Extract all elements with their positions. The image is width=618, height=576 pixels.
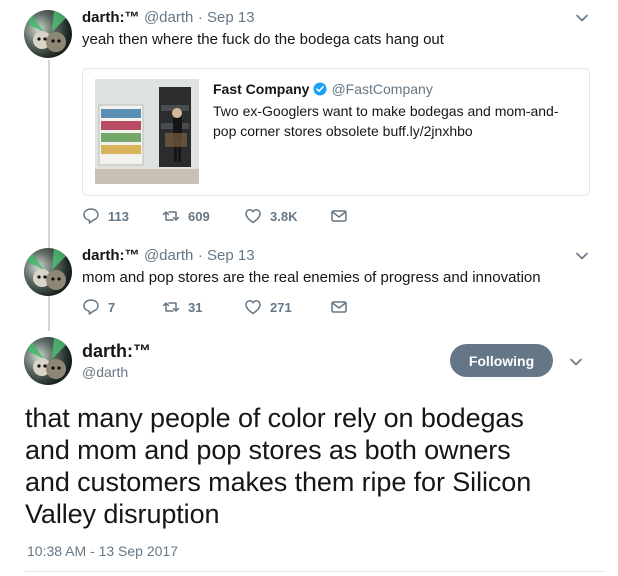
author-handle[interactable]: @darth (144, 247, 193, 264)
like-count: 271 (270, 299, 292, 315)
chevron-down-icon[interactable] (569, 355, 583, 369)
main-tweet-text: that many people of color rely on bodega… (25, 402, 605, 530)
reply-button[interactable]: 7 (82, 298, 162, 316)
like-button[interactable]: 3.8K (244, 207, 330, 225)
main-author-handle[interactable]: @darth (82, 364, 128, 380)
card-source-name: Fast Company (213, 81, 310, 97)
chevron-down-icon[interactable] (575, 11, 589, 25)
retweet-button[interactable]: 31 (162, 298, 244, 316)
retweet-icon (162, 211, 180, 221)
verified-badge-icon (313, 82, 327, 96)
link-card[interactable]: Fast Company @FastCompany Two ex-Googler… (82, 68, 590, 196)
main-author-name[interactable]: darth:™ (82, 341, 151, 362)
card-text: Two ex-Googlers want to make bodegas and… (213, 103, 559, 139)
avatar[interactable] (24, 337, 72, 385)
retweet-button[interactable]: 609 (162, 207, 244, 225)
author-name[interactable]: darth:™ (82, 247, 140, 264)
tweet-timestamp[interactable]: 10:38 AM - 13 Sep 2017 (27, 543, 178, 559)
author-name[interactable]: darth:™ (82, 9, 140, 26)
avatar[interactable] (24, 10, 72, 58)
card-source-handle: @FastCompany (331, 81, 433, 97)
like-count: 3.8K (270, 208, 298, 224)
retweet-count: 609 (188, 208, 210, 224)
reply-button[interactable]: 113 (82, 207, 162, 225)
tweet-text: mom and pop stores are the real enemies … (82, 269, 541, 286)
chevron-down-icon[interactable] (575, 249, 589, 263)
main-tweet-line: and customers makes them ripe for Silico… (25, 467, 532, 497)
like-button[interactable]: 271 (244, 298, 330, 316)
tweet-text: yeah then where the fuck do the bodega c… (82, 31, 444, 48)
divider (25, 571, 605, 572)
tweet-actions: 7 31 271 (82, 298, 356, 316)
reply-count: 113 (108, 208, 129, 224)
following-button[interactable]: Following (450, 344, 553, 377)
main-tweet-line: that many people of color rely on bodega… (25, 403, 524, 433)
tweet-actions: 113 609 3.8K (82, 207, 356, 225)
tweet-date[interactable]: · Sep 13 (198, 9, 255, 26)
author-handle[interactable]: @darth (144, 9, 193, 26)
reply-count: 7 (108, 299, 116, 315)
main-tweet-line: and mom and pop stores as both owners (25, 435, 511, 465)
reply-icon (83, 299, 99, 315)
envelope-icon (331, 301, 347, 313)
main-tweet-line: Valley disruption (25, 499, 220, 529)
heart-icon (245, 209, 261, 224)
tweet-date[interactable]: · Sep 13 (198, 247, 255, 264)
retweet-icon (162, 302, 180, 312)
retweet-count: 31 (188, 299, 203, 315)
reply-icon (83, 208, 99, 224)
dm-button[interactable] (330, 298, 356, 316)
card-thumbnail[interactable] (95, 79, 199, 184)
avatar[interactable] (24, 248, 72, 296)
dm-button[interactable] (330, 207, 356, 225)
envelope-icon (331, 210, 347, 222)
heart-icon (245, 300, 261, 315)
